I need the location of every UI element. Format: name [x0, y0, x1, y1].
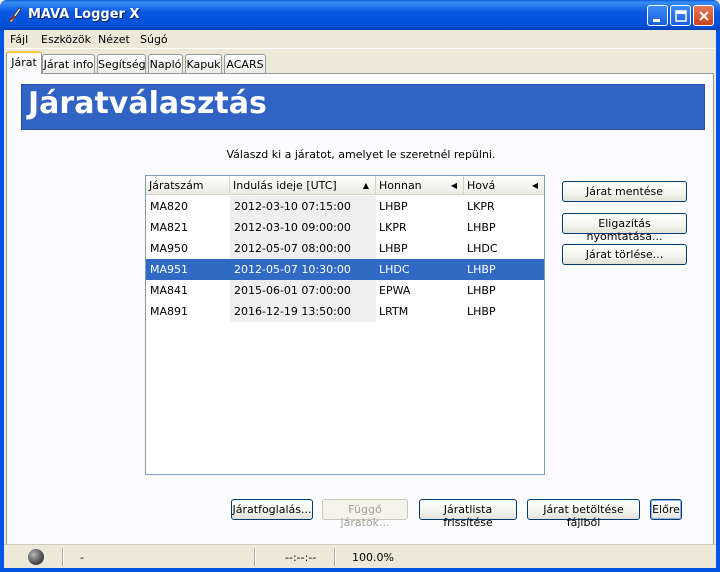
tab-naplo[interactable]: Napló: [148, 54, 183, 74]
column-menu-icon: ◀: [450, 181, 457, 190]
status-message: -: [80, 551, 84, 564]
page-header: Járatválasztás: [21, 84, 705, 130]
minimize-button[interactable]: [647, 5, 668, 26]
status-bar: - --:--:-- 100.0%: [4, 544, 716, 568]
minimize-icon: [653, 19, 660, 22]
cell-departure-time: 2012-03-10 07:15:00: [234, 200, 351, 213]
tab-jarat[interactable]: Járat: [6, 51, 42, 74]
column-menu-icon: ◀: [531, 181, 538, 190]
menu-file[interactable]: Fájl: [10, 33, 28, 46]
close-icon: [699, 11, 709, 21]
status-separator: [334, 548, 336, 566]
table-row[interactable]: MA951 2012-05-07 10:30:00 LHDC LHBP: [146, 259, 544, 280]
table-row[interactable]: MA820 2012-03-10 07:15:00 LHBP LKPR: [146, 196, 544, 217]
flight-selection-panel: Járatválasztás Válaszd ki a járatot, ame…: [6, 73, 714, 549]
cell-to: LHBP: [467, 221, 496, 234]
menu-help[interactable]: Súgó: [140, 33, 168, 46]
cell-to: LHDC: [467, 242, 498, 255]
app-logo-icon: [8, 7, 22, 23]
tab-acars[interactable]: ACARS: [224, 54, 266, 74]
cell-flight-number: MA841: [150, 284, 189, 297]
delete-flight-button[interactable]: Járat törlése...: [562, 244, 687, 265]
cell-from: EPWA: [379, 284, 411, 297]
pending-flights-button[interactable]: Függő járatok...: [322, 499, 408, 529]
maximize-icon: [675, 10, 687, 22]
table-row[interactable]: MA841 2015-06-01 07:00:00 EPWA LHBP: [146, 280, 544, 301]
tab-kapuk[interactable]: Kapuk: [185, 54, 222, 74]
cell-flight-number: MA891: [150, 305, 189, 318]
load-from-file-button[interactable]: Járat betöltése fájlból: [527, 499, 640, 529]
client-area: Fájl Eszközök Nézet Súgó Járat Járat inf…: [4, 30, 716, 568]
tab-segitseg[interactable]: Segítség: [97, 54, 146, 74]
maximize-button[interactable]: [670, 5, 691, 26]
cell-departure-time: 2015-06-01 07:00:00: [234, 284, 351, 297]
table-header: Járatszám Indulás ideje [UTC] ▲ Honnan ◀…: [146, 176, 544, 195]
save-flight-button[interactable]: Járat mentése: [562, 181, 687, 202]
cell-departure-time: 2012-03-10 09:00:00: [234, 221, 351, 234]
cell-flight-number: MA950: [150, 242, 189, 255]
instruction-text: Válaszd ki a járatot, amelyet le szeretn…: [226, 148, 496, 161]
column-header-from[interactable]: Honnan ◀: [376, 176, 464, 195]
column-header-flight-number[interactable]: Járatszám: [146, 176, 230, 195]
cell-to: LKPR: [467, 200, 495, 213]
next-button[interactable]: Előre: [650, 499, 682, 520]
close-button[interactable]: [693, 5, 714, 26]
connection-status-icon: [28, 549, 44, 565]
cell-to: LHBP: [467, 263, 496, 276]
status-percent: 100.0%: [352, 551, 394, 564]
book-flight-button[interactable]: Járatfoglalás...: [231, 499, 313, 520]
cell-from: LHBP: [379, 242, 408, 255]
menu-bar: Fájl Eszközök Nézet Súgó: [4, 30, 716, 49]
table-row[interactable]: MA821 2012-03-10 09:00:00 LKPR LHBP: [146, 217, 544, 238]
cell-flight-number: MA951: [150, 263, 189, 276]
flight-table: Járatszám Indulás ideje [UTC] ▲ Honnan ◀…: [145, 175, 545, 475]
app-window: MAVA Logger X Fájl Eszközök Nézet Súgó J…: [0, 0, 720, 572]
menu-view[interactable]: Nézet: [98, 33, 130, 46]
cell-flight-number: MA820: [150, 200, 189, 213]
cell-departure-time: 2012-05-07 08:00:00: [234, 242, 351, 255]
window-title: MAVA Logger X: [28, 7, 140, 22]
status-separator: [254, 548, 256, 566]
sort-ascending-icon: ▲: [362, 181, 369, 190]
cell-departure-time: 2016-12-19 13:50:00: [234, 305, 351, 318]
title-bar[interactable]: MAVA Logger X: [0, 0, 720, 30]
cell-from: LRTM: [379, 305, 409, 318]
page-title: Járatválasztás: [28, 86, 267, 121]
column-header-departure-time[interactable]: Indulás ideje [UTC] ▲: [230, 176, 376, 195]
print-briefing-button[interactable]: Eligazítás nyomtatása...: [562, 213, 687, 243]
status-time: --:--:--: [285, 551, 317, 564]
cell-to: LHBP: [467, 305, 496, 318]
menu-tools[interactable]: Eszközök: [41, 33, 91, 46]
table-row[interactable]: MA891 2016-12-19 13:50:00 LRTM LHBP: [146, 301, 544, 322]
cell-flight-number: MA821: [150, 221, 189, 234]
tab-strip: Járat Járat info Segítség Napló Kapuk AC…: [4, 51, 716, 74]
cell-departure-time: 2012-05-07 10:30:00: [234, 263, 351, 276]
cell-to: LHBP: [467, 284, 496, 297]
table-row[interactable]: MA950 2012-05-07 08:00:00 LHBP LHDC: [146, 238, 544, 259]
cell-from: LHBP: [379, 200, 408, 213]
refresh-list-button[interactable]: Járatlista frissítése: [419, 499, 517, 529]
cell-from: LHDC: [379, 263, 410, 276]
tab-jarat-info[interactable]: Járat info: [42, 54, 95, 74]
column-header-to[interactable]: Hová ◀: [464, 176, 544, 195]
cell-from: LKPR: [379, 221, 407, 234]
status-separator: [62, 548, 64, 566]
